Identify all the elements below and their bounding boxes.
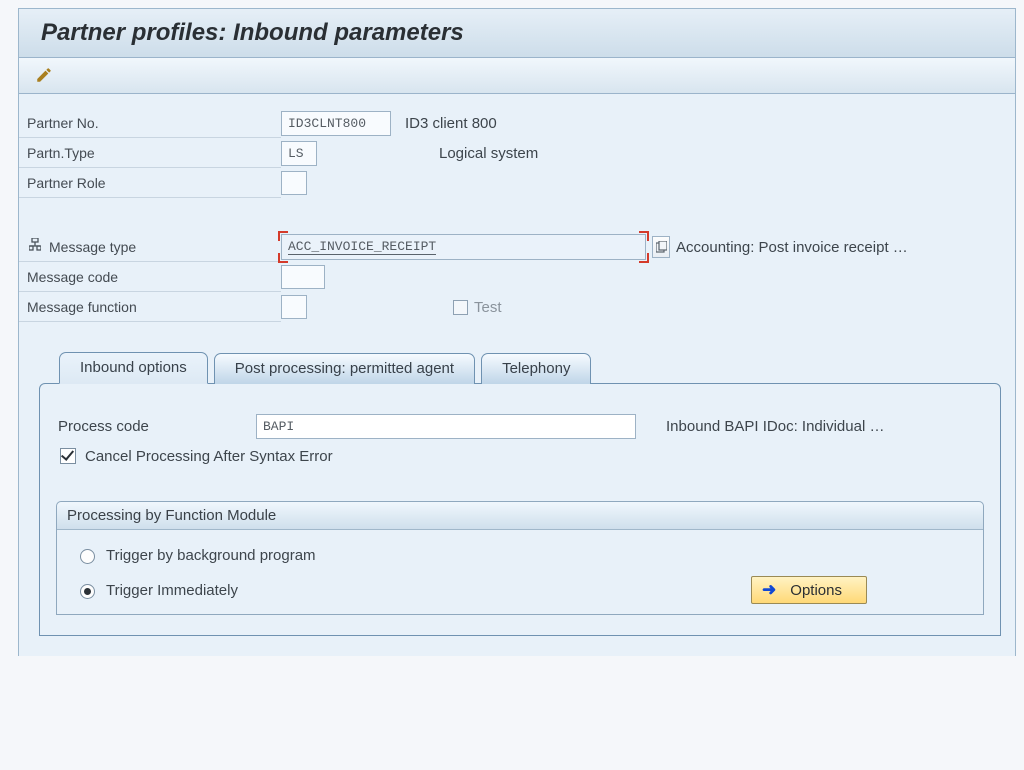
tab-strip: Inbound options Post processing: permitt… <box>59 352 993 384</box>
row-partner-no: Partner No. ID3CLNT800 ID3 client 800 <box>19 108 1015 138</box>
options-button-label: Options <box>790 582 842 599</box>
test-checkbox[interactable] <box>453 300 468 315</box>
label-trigger-immediately: Trigger Immediately <box>106 582 238 599</box>
row-partn-type: Partn.Type LS Logical system <box>19 138 1015 168</box>
row-partner-role: Partner Role <box>19 168 1015 198</box>
radio-trigger-immediately[interactable] <box>80 584 95 599</box>
field-message-code[interactable] <box>281 265 325 289</box>
label-partn-type: Partn.Type <box>19 138 281 168</box>
desc-process-code: Inbound BAPI IDoc: Individual … <box>666 418 884 435</box>
page-title-bar: Partner profiles: Inbound parameters <box>19 9 1015 58</box>
row-cancel-after-syntax: Cancel Processing After Syntax Error <box>56 445 984 467</box>
test-label: Test <box>474 299 502 316</box>
arrow-right-icon: ➜ <box>762 580 776 600</box>
label-partner-no: Partner No. <box>19 108 281 138</box>
edit-icon[interactable] <box>33 64 55 86</box>
field-message-type[interactable]: ACC_INVOICE_RECEIPT <box>281 234 646 260</box>
group-processing-by-fm: Processing by Function Module Trigger by… <box>56 501 984 615</box>
value-help-button[interactable] <box>652 236 670 258</box>
row-message-code: Message code <box>19 262 1015 292</box>
toolbar <box>19 58 1015 94</box>
label-partner-role: Partner Role <box>19 168 281 198</box>
row-message-type: Message type ACC_INVOICE_RECEIPT Account… <box>19 232 1015 262</box>
label-cancel-after-syntax: Cancel Processing After Syntax Error <box>85 448 333 465</box>
desc-partn-type: Logical system <box>439 145 538 162</box>
field-partn-type[interactable]: LS <box>281 141 317 166</box>
label-message-function: Message function <box>19 292 281 322</box>
desc-message-type: Accounting: Post invoice receipt … <box>676 239 908 256</box>
field-message-function[interactable] <box>281 295 307 319</box>
label-message-type: Message type <box>19 232 281 262</box>
group-title: Processing by Function Module <box>57 502 983 530</box>
field-partner-role[interactable] <box>281 171 307 195</box>
cancel-after-syntax-checkbox[interactable] <box>60 448 76 464</box>
hierarchy-icon <box>27 238 43 255</box>
label-process-code: Process code <box>56 418 256 435</box>
tab-inbound-options[interactable]: Inbound options <box>59 352 208 384</box>
tab-panel-inbound: Process code BAPI Inbound BAPI IDoc: Ind… <box>39 383 1001 636</box>
tab-post-processing[interactable]: Post processing: permitted agent <box>214 353 475 384</box>
row-process-code: Process code BAPI Inbound BAPI IDoc: Ind… <box>56 414 984 439</box>
radio-trigger-background[interactable] <box>80 549 95 564</box>
label-message-code: Message code <box>19 262 281 292</box>
page-title: Partner profiles: Inbound parameters <box>41 19 993 47</box>
options-button[interactable]: ➜ Options <box>751 576 867 604</box>
field-process-code[interactable]: BAPI <box>256 414 636 439</box>
tab-telephony[interactable]: Telephony <box>481 353 591 384</box>
field-partner-no[interactable]: ID3CLNT800 <box>281 111 391 136</box>
label-trigger-background: Trigger by background program <box>106 547 316 564</box>
desc-partner-no: ID3 client 800 <box>405 115 497 132</box>
row-message-function: Message function Test <box>19 292 1015 322</box>
